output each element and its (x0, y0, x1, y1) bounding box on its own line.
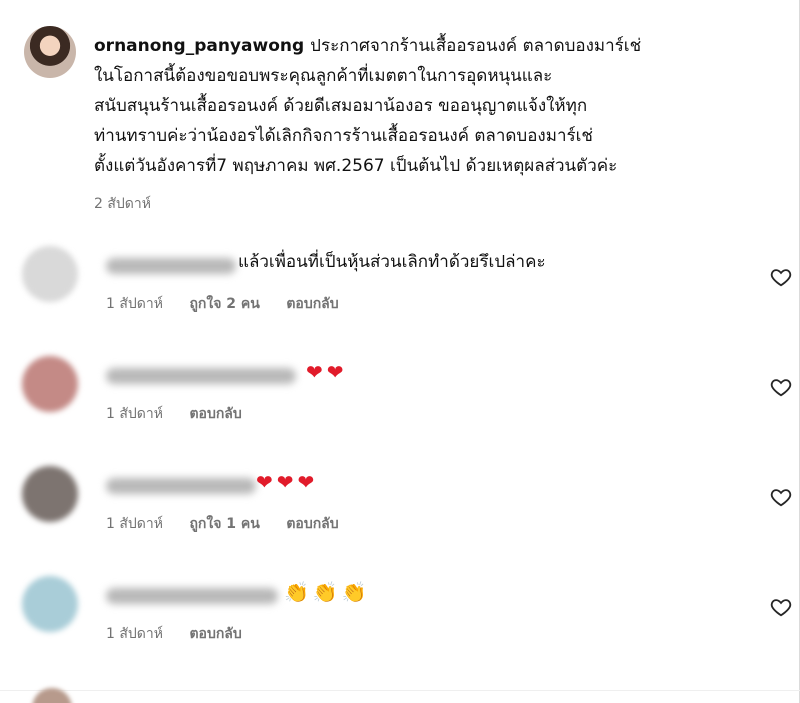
comment-avatar[interactable] (22, 466, 78, 522)
heart-outline-icon[interactable] (770, 486, 792, 508)
reply-button[interactable]: ตอบกลับ (189, 406, 241, 422)
comment-item: แล้วเพื่อนที่เป็นหุ้นส่วนเลิกทำด้วยรึเปล… (22, 246, 792, 346)
clap-emoji: 👏 (312, 580, 338, 604)
heart-emoji: ❤ (297, 470, 315, 494)
comment-avatar[interactable] (22, 576, 78, 632)
divider (0, 690, 800, 691)
post-caption: ornanong_panyawong ประกาศจากร้านเสื้ออรอน… (24, 26, 764, 215)
comment-likes[interactable]: ถูกใจ 2 คน (189, 296, 259, 312)
heart-outline-icon[interactable] (770, 596, 792, 618)
heart-emoji: ❤ (256, 470, 273, 494)
reply-button[interactable]: ตอบกลับ (286, 296, 338, 312)
comment-time[interactable]: 1 สัปดาห์ (106, 516, 163, 532)
caption-text: ornanong_panyawong ประกาศจากร้านเสื้ออรอน… (94, 31, 764, 181)
comment-time[interactable]: 1 สัปดาห์ (106, 296, 163, 312)
comment-username-blurred[interactable] (106, 588, 278, 604)
comment-time[interactable]: 1 สัปดาห์ (106, 626, 163, 642)
heart-outline-icon[interactable] (770, 266, 792, 288)
comment-avatar[interactable] (22, 246, 78, 302)
clap-emoji: 👏 (284, 580, 309, 604)
caption-body: ornanong_panyawong ประกาศจากร้านเสื้ออรอน… (94, 26, 764, 215)
caption-line-1: ประกาศจากร้านเสื้ออรอนงค์ ตลาดบองมาร์เช่ (310, 36, 642, 56)
clap-emoji: 👏 (341, 580, 367, 604)
comment-username-blurred[interactable] (106, 258, 236, 274)
comment-emoji-text: ❤ ❤ (306, 358, 348, 386)
caption-timestamp[interactable]: 2 สัปดาห์ (94, 193, 764, 215)
comment-username-blurred[interactable] (106, 478, 256, 494)
reply-button[interactable]: ตอบกลับ (286, 516, 338, 532)
heart-emoji: ❤ (326, 360, 344, 384)
comment-item: ❤ ❤ ❤ 1 สัปดาห์ ถูกใจ 1 คน ตอบกลับ (22, 466, 792, 566)
comment-likes[interactable]: ถูกใจ 1 คน (189, 516, 259, 532)
caption-username[interactable]: ornanong_panyawong (94, 36, 304, 56)
heart-emoji: ❤ (306, 360, 323, 384)
caption-line-5: ตั้งแต่วันอังคารที่7 พฤษภาคม พศ.2567 เป็… (94, 156, 618, 176)
comment-emoji-text: 👏 👏 👏 (284, 578, 371, 606)
comment-meta: 1 สัปดาห์ ตอบกลับ (106, 403, 264, 425)
comment-item: 👏 👏 👏 1 สัปดาห์ ตอบกลับ (22, 576, 792, 676)
comment-emoji-text: ❤ ❤ ❤ (256, 468, 318, 496)
caption-line-4: ท่านทราบค่ะว่าน้องอรได้เลิกกิจการร้านเสื… (94, 126, 593, 146)
comment-item: ❤ ❤ 1 สัปดาห์ ตอบกลับ (22, 356, 792, 456)
caption-avatar[interactable] (24, 26, 76, 78)
comment-username-blurred[interactable] (106, 368, 296, 384)
comments-panel: ornanong_panyawong ประกาศจากร้านเสื้ออรอน… (0, 0, 800, 703)
reply-button[interactable]: ตอบกลับ (189, 626, 241, 642)
caption-line-3: สนับสนุนร้านเสื้ออรอนงค์ ด้วยดีเสมอมาน้อ… (94, 96, 588, 116)
comment-meta: 1 สัปดาห์ ถูกใจ 2 คน ตอบกลับ (106, 293, 361, 315)
comment-time[interactable]: 1 สัปดาห์ (106, 406, 163, 422)
comment-avatar[interactable] (22, 356, 78, 412)
caption-line-2: ในโอกาสนี้ต้องขอขอบพระคุณลูกค้าที่เมตตาใ… (94, 66, 553, 86)
comment-meta: 1 สัปดาห์ ถูกใจ 1 คน ตอบกลับ (106, 513, 361, 535)
comment-text: แล้วเพื่อนที่เป็นหุ้นส่วนเลิกทำด้วยรึเปล… (238, 252, 546, 272)
comment-meta: 1 สัปดาห์ ตอบกลับ (106, 623, 264, 645)
heart-emoji: ❤ (276, 470, 294, 494)
heart-outline-icon[interactable] (770, 376, 792, 398)
